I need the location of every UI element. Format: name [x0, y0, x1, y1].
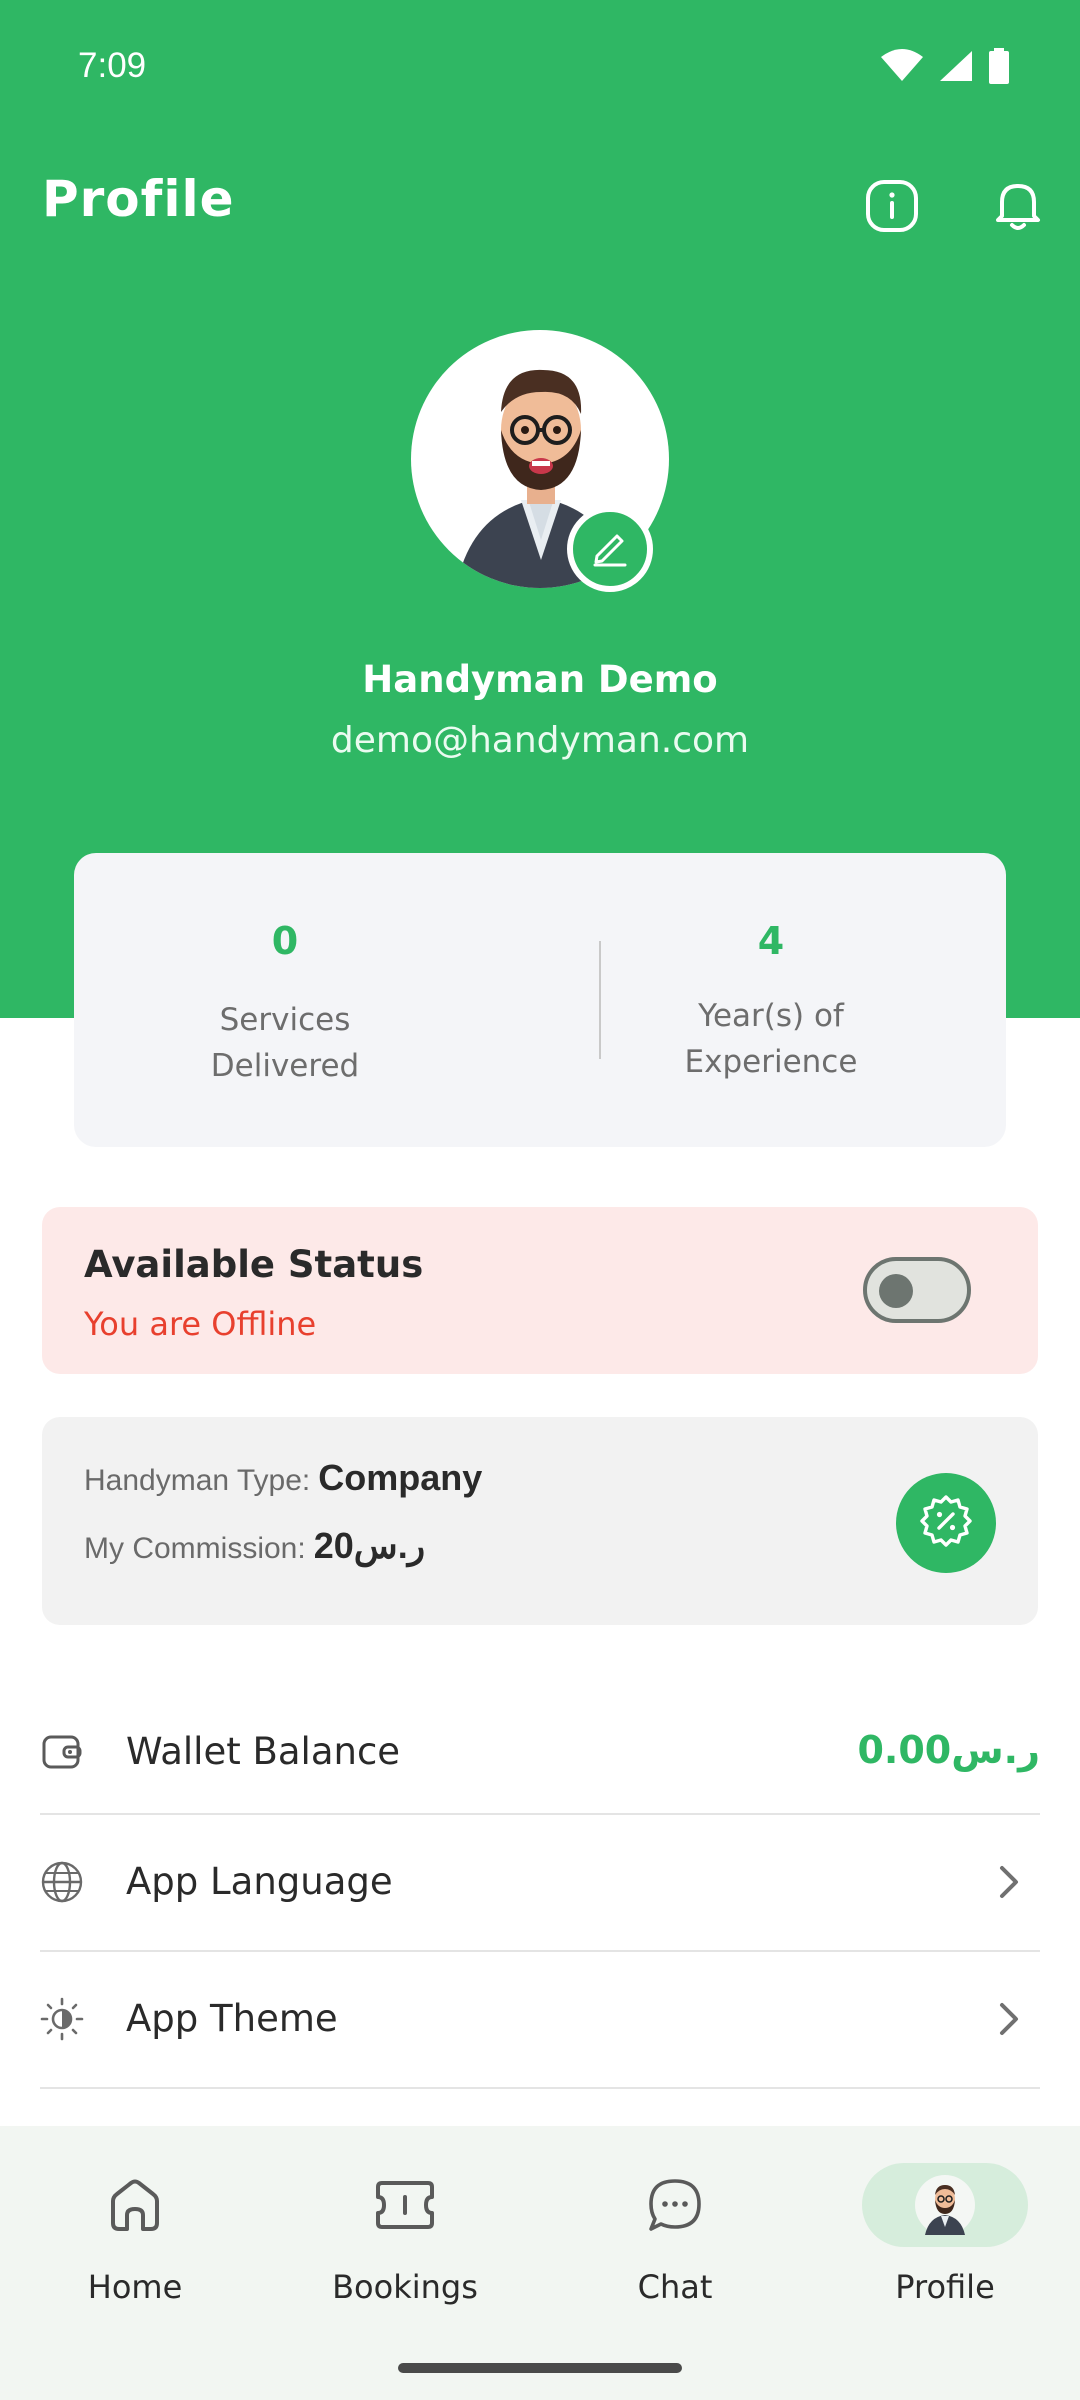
- commission-value: 20ر.س: [313, 1525, 426, 1566]
- nav-item-home[interactable]: Home: [0, 2126, 270, 2346]
- app-language-row[interactable]: App Language: [40, 1816, 1040, 1948]
- services-delivered-stat: 0 Services Delivered: [74, 853, 540, 1147]
- services-delivered-label: Services Delivered: [30, 997, 540, 1089]
- nav-label-chat: Chat: [637, 2268, 713, 2306]
- bell-icon: [994, 180, 1042, 236]
- commission-label: My Commission:: [84, 1532, 306, 1565]
- home-indicator[interactable]: [398, 2363, 682, 2373]
- app-theme-label: App Theme: [126, 1997, 338, 2040]
- discount-badge-icon: [918, 1493, 974, 1554]
- edit-profile-button[interactable]: [567, 506, 653, 592]
- avatar-icon: [910, 2170, 980, 2240]
- status-time: 7:09: [78, 46, 147, 85]
- nav-item-bookings[interactable]: Bookings: [270, 2126, 540, 2346]
- services-delivered-value: 0: [271, 919, 299, 963]
- commission-row: My Commission: 20ر.س: [84, 1525, 425, 1567]
- stats-card: 0 Services Delivered 4 Year(s) of Experi…: [74, 853, 1006, 1147]
- nav-item-profile[interactable]: Profile: [810, 2126, 1080, 2346]
- services-label-line1: Services: [219, 1002, 351, 1038]
- wifi-icon: [880, 49, 924, 87]
- nav-label-home: Home: [87, 2268, 183, 2306]
- chat-icon: [640, 2170, 710, 2240]
- pencil-icon: [589, 526, 631, 572]
- wallet-icon: [40, 1730, 84, 1774]
- theme-icon: [40, 1997, 84, 2041]
- divider: [40, 1950, 1040, 1952]
- handyman-info-card: Handyman Type: Company My Commission: 20…: [42, 1417, 1038, 1625]
- availability-toggle[interactable]: [863, 1257, 971, 1323]
- info-button[interactable]: [862, 178, 922, 238]
- nav-item-chat[interactable]: Chat: [540, 2126, 810, 2346]
- page-title: Profile: [42, 170, 235, 228]
- notifications-button[interactable]: [988, 178, 1048, 238]
- info-icon: [865, 179, 919, 237]
- bottom-navigation: Home Bookings Chat Profile: [0, 2126, 1080, 2400]
- handyman-type-value: Company: [318, 1457, 483, 1498]
- chevron-right-icon: [990, 1862, 1026, 1902]
- app-language-label: App Language: [126, 1860, 393, 1903]
- wallet-balance-value: 0.00ر.س: [857, 1728, 1040, 1772]
- home-icon: [100, 2170, 170, 2240]
- battery-icon: [988, 48, 1010, 88]
- user-name: Handyman Demo: [362, 658, 718, 701]
- commission-button[interactable]: [896, 1473, 996, 1573]
- experience-value: 4: [757, 919, 785, 963]
- status-icons: [880, 48, 1010, 88]
- divider: [40, 1813, 1040, 1815]
- available-status-subtitle: You are Offline: [84, 1305, 317, 1343]
- experience-label-line1: Year(s) of: [698, 998, 844, 1034]
- experience-stat: 4 Year(s) of Experience: [540, 853, 1006, 1147]
- handyman-type-label: Handyman Type:: [84, 1464, 311, 1497]
- chevron-right-icon: [990, 1999, 1026, 2039]
- user-email: demo@handyman.com: [330, 720, 750, 761]
- wallet-balance-row[interactable]: Wallet Balance 0.00ر.س: [40, 1686, 1040, 1818]
- app-theme-row[interactable]: App Theme: [40, 1953, 1040, 2085]
- nav-label-bookings: Bookings: [332, 2268, 478, 2306]
- wallet-balance-label: Wallet Balance: [126, 1730, 401, 1773]
- nav-label-profile: Profile: [895, 2268, 995, 2306]
- available-status-title: Available Status: [84, 1243, 424, 1286]
- experience-label-line2: Experience: [684, 1044, 858, 1080]
- ticket-icon: [370, 2170, 440, 2240]
- globe-icon: [40, 1860, 84, 1904]
- handyman-type-row: Handyman Type: Company: [84, 1457, 482, 1499]
- divider: [40, 2087, 1040, 2089]
- toggle-knob: [879, 1274, 913, 1308]
- signal-icon: [938, 49, 974, 87]
- available-status-card: Available Status You are Offline: [42, 1207, 1038, 1374]
- experience-label: Year(s) of Experience: [536, 993, 1006, 1085]
- services-label-line2: Delivered: [210, 1048, 360, 1084]
